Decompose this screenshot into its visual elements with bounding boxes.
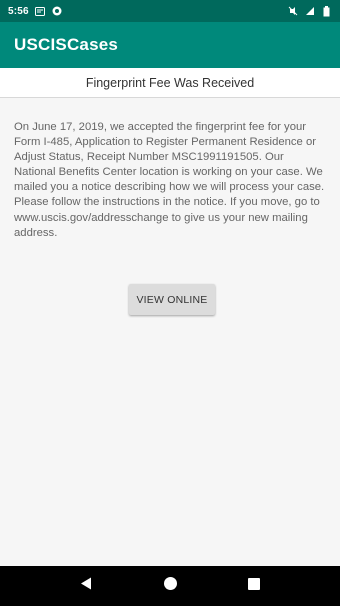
app-title: USCISCases bbox=[14, 35, 119, 54]
home-button[interactable] bbox=[150, 566, 190, 606]
home-icon bbox=[163, 576, 178, 596]
battery-icon bbox=[321, 5, 332, 17]
status-left: 5:56 bbox=[8, 6, 63, 17]
status-bar: 5:56 bbox=[0, 0, 340, 22]
message-icon bbox=[35, 6, 46, 17]
navigation-bar bbox=[0, 566, 340, 606]
back-icon bbox=[80, 577, 92, 595]
signal-icon bbox=[304, 6, 315, 17]
case-description: On June 17, 2019, we accepted the finger… bbox=[14, 121, 325, 239]
camera-icon bbox=[52, 6, 63, 17]
app-bar: USCISCases bbox=[0, 22, 340, 68]
status-time: 5:56 bbox=[8, 5, 29, 17]
recents-icon bbox=[248, 577, 260, 595]
status-right bbox=[287, 5, 332, 17]
back-button[interactable] bbox=[66, 566, 106, 606]
case-header: Fingerprint Fee Was Received bbox=[0, 68, 340, 98]
mute-icon bbox=[287, 6, 298, 17]
view-online-button[interactable]: VIEW ONLINE bbox=[129, 284, 215, 315]
recents-button[interactable] bbox=[234, 566, 274, 606]
case-status-title: Fingerprint Fee Was Received bbox=[85, 75, 255, 90]
